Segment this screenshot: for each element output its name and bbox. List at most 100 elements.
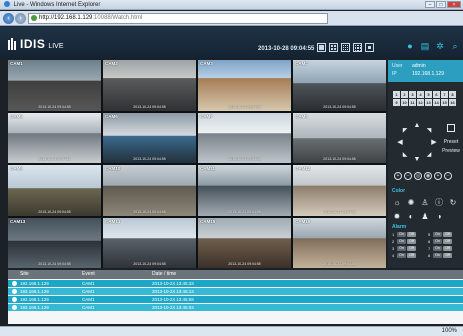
- camera-tile[interactable]: CAM16 2013-10-24 09:04:55: [293, 217, 386, 268]
- camera-tile[interactable]: CAM14 2013-10-24 09:04:55: [103, 217, 196, 268]
- camera-tile[interactable]: CAM1 2013-10-24 09:04:55: [8, 60, 101, 111]
- channel-button[interactable]: 7: [441, 91, 448, 98]
- log-time-cell: 2013-10-24 13:45:58: [152, 297, 194, 302]
- user-icon[interactable]: ●: [405, 41, 415, 51]
- ptz-right-icon[interactable]: ▶: [430, 139, 438, 147]
- minimize-button[interactable]: –: [425, 1, 435, 8]
- iris-open-icon[interactable]: +: [434, 172, 442, 180]
- iris-close-icon[interactable]: −: [444, 172, 452, 180]
- camera-tile[interactable]: CAM10 2013-10-24 09:04:55: [103, 165, 196, 216]
- channel-button[interactable]: 12: [417, 99, 424, 106]
- channel-button[interactable]: 11: [409, 99, 416, 106]
- forward-icon[interactable]: ›: [15, 13, 26, 24]
- camera-label: CAM16: [295, 218, 311, 224]
- channel-button[interactable]: 15: [441, 99, 448, 106]
- col-site[interactable]: Site: [8, 270, 76, 279]
- alarm-off-button[interactable]: Off: [443, 246, 452, 251]
- alarm-off-button[interactable]: Off: [443, 239, 452, 244]
- alarm-on-button[interactable]: On: [397, 232, 406, 237]
- alarm-on-button[interactable]: On: [433, 253, 442, 258]
- channel-button[interactable]: 9: [393, 99, 400, 106]
- camera-feed-image: [8, 112, 101, 163]
- alarm-off-button[interactable]: Off: [443, 232, 452, 237]
- camera-tile[interactable]: CAM4 2013-10-24 09:04:55: [293, 60, 386, 111]
- layout-3x3-button[interactable]: [341, 43, 350, 52]
- camera-tile[interactable]: CAM15 2013-10-24 09:04:55: [198, 217, 291, 268]
- channel-button[interactable]: 10: [401, 99, 408, 106]
- camera-tile[interactable]: CAM6 2013-10-24 09:04:55: [103, 112, 196, 163]
- url-input[interactable]: http://192.168.1.129:10088/Watch.html: [28, 13, 328, 24]
- alarm-off-button[interactable]: Off: [407, 253, 416, 258]
- ptz-down-right-icon[interactable]: ◢: [425, 151, 433, 159]
- channel-button[interactable]: 4: [417, 91, 424, 98]
- ptz-down-left-icon[interactable]: ◣: [401, 151, 409, 159]
- channel-button[interactable]: 3: [409, 91, 416, 98]
- gear-icon[interactable]: ✲: [435, 41, 445, 51]
- back-icon[interactable]: ‹: [3, 13, 14, 24]
- alarm-on-button[interactable]: On: [433, 232, 442, 237]
- alarm-on-button[interactable]: On: [397, 253, 406, 258]
- camera-tile[interactable]: CAM3 2013-10-24 09:04:55: [198, 60, 291, 111]
- event-log-row[interactable]: 192.168.1.129 CAM1 2013-10-24 13:45:33: [8, 280, 463, 287]
- ptz-left-icon[interactable]: ◀: [396, 139, 404, 147]
- focus-far-icon[interactable]: ◉: [424, 172, 432, 180]
- col-event[interactable]: Event: [76, 270, 144, 279]
- ptz-up-left-icon[interactable]: ◤: [401, 127, 409, 135]
- channel-button[interactable]: 16: [449, 99, 456, 106]
- alarm-on-button[interactable]: On: [433, 246, 442, 251]
- contrast-down-icon[interactable]: ♟: [420, 212, 430, 222]
- brightness-low-icon[interactable]: ✺: [406, 198, 416, 208]
- ptz-up-icon[interactable]: ▲: [413, 122, 421, 130]
- event-log-row[interactable]: 192.168.1.129 CAM1 2013-10-24 13:45:58: [8, 296, 463, 303]
- channel-button[interactable]: 1: [393, 91, 400, 98]
- channel-button[interactable]: 6: [433, 91, 440, 98]
- layout-4x4-button[interactable]: [353, 43, 362, 52]
- channel-button[interactable]: 2: [401, 91, 408, 98]
- preset-button[interactable]: Preset: [442, 139, 460, 145]
- refresh-icon[interactable]: ↻: [448, 198, 458, 208]
- layout-1x1-button[interactable]: [317, 43, 326, 52]
- channel-button[interactable]: 5: [425, 91, 432, 98]
- zoom-out-icon[interactable]: −: [404, 172, 412, 180]
- contrast-up-icon[interactable]: ♙: [420, 198, 430, 208]
- ptz-down-icon[interactable]: ▼: [413, 156, 421, 164]
- camera-tile[interactable]: CAM2 2013-10-24 09:04:55: [103, 60, 196, 111]
- camera-tile[interactable]: CAM5 2013-10-24 09:04:55: [8, 112, 101, 163]
- zoom-in-icon[interactable]: +: [394, 172, 402, 180]
- channel-button[interactable]: 14: [433, 99, 440, 106]
- brightness-high-icon[interactable]: ✹: [392, 212, 402, 222]
- screen-icon[interactable]: ▤: [420, 41, 430, 51]
- camera-tile[interactable]: CAM8 2013-10-24 09:04:55: [293, 112, 386, 163]
- alarm-on-button[interactable]: On: [397, 246, 406, 251]
- channel-button[interactable]: 13: [425, 99, 432, 106]
- search-icon[interactable]: ⌕: [450, 41, 460, 51]
- close-button[interactable]: ×: [447, 1, 461, 8]
- col-datetime[interactable]: Date / time: [144, 270, 463, 279]
- zoom-level[interactable]: 100%: [442, 328, 457, 334]
- event-log-row[interactable]: 192.168.1.129 CAM1 2013-10-24 13:45:03: [8, 304, 463, 311]
- alarm-off-button[interactable]: Off: [407, 239, 416, 244]
- brightness-icon[interactable]: ☼: [392, 198, 402, 208]
- preview-button[interactable]: Preview: [442, 148, 460, 154]
- camera-tile[interactable]: CAM9 2013-10-24 09:04:55: [8, 165, 101, 216]
- maximize-button[interactable]: □: [436, 1, 446, 8]
- ptz-home-icon[interactable]: [447, 124, 455, 132]
- camera-tile[interactable]: CAM7 2013-10-24 09:04:55: [198, 112, 291, 163]
- contrast-icon[interactable]: ◑: [434, 212, 444, 222]
- channel-button[interactable]: 8: [449, 91, 456, 98]
- alarm-on-button[interactable]: On: [433, 239, 442, 244]
- info-icon[interactable]: ⓘ: [434, 198, 444, 208]
- layout-2x2-button[interactable]: [329, 43, 338, 52]
- camera-tile[interactable]: CAM12 2013-10-24 09:04:55: [293, 165, 386, 216]
- alarm-on-button[interactable]: On: [397, 239, 406, 244]
- event-log-row[interactable]: 192.168.1.129 CAM1 2013-10-24 13:45:13: [8, 288, 463, 295]
- camera-tile[interactable]: CAM11 2013-10-24 09:04:55: [198, 165, 291, 216]
- alarm-off-button[interactable]: Off: [443, 253, 452, 258]
- camera-tile[interactable]: CAM13 2013-10-24 09:04:55: [8, 217, 101, 268]
- fullscreen-button[interactable]: [365, 43, 374, 52]
- ptz-up-right-icon[interactable]: ◥: [425, 127, 433, 135]
- focus-near-icon[interactable]: ◎: [414, 172, 422, 180]
- alarm-off-button[interactable]: Off: [407, 232, 416, 237]
- alarm-off-button[interactable]: Off: [407, 246, 416, 251]
- saturation-icon[interactable]: ◐: [406, 212, 416, 222]
